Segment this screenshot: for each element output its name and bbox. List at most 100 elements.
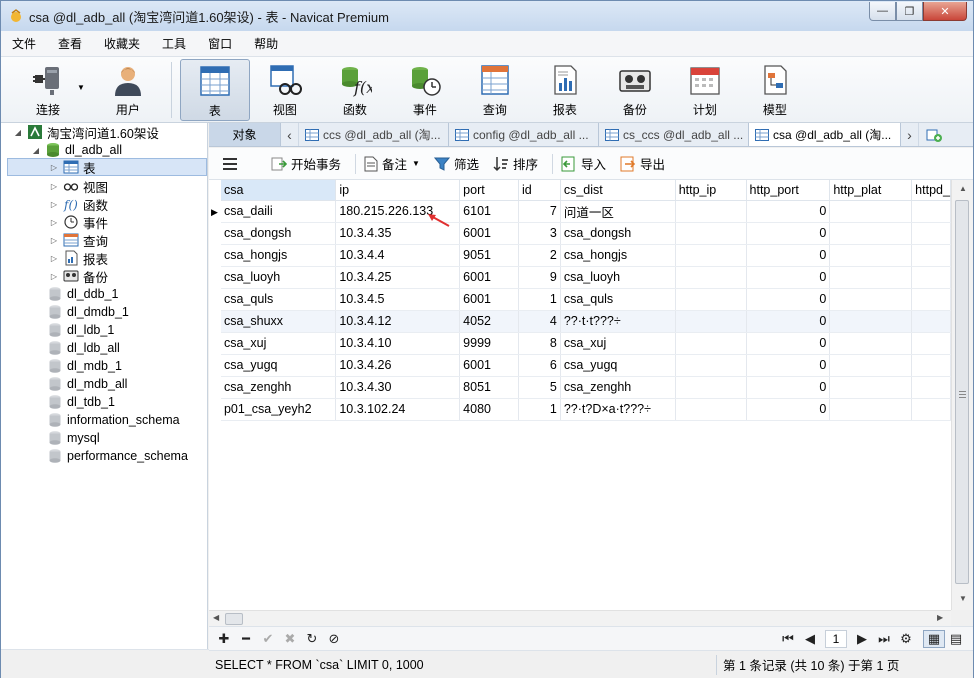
next-page-icon[interactable]: ▶ (851, 631, 873, 647)
table-cell[interactable]: csa_daili (220, 200, 337, 223)
table-cell[interactable] (911, 244, 951, 267)
expand-triangle-icon[interactable]: ▷ (49, 182, 59, 191)
table-cell[interactable]: 7 (518, 200, 561, 223)
column-header[interactable]: httpd_ (911, 180, 951, 201)
minimize-button[interactable]: — (869, 2, 896, 21)
function-button[interactable]: f(x) 函数 (320, 59, 390, 121)
table-cell[interactable]: 10.3.4.25 (335, 266, 461, 289)
scroll-up-icon[interactable]: ▲ (959, 184, 967, 193)
table-cell[interactable]: 问道一区 (560, 200, 676, 223)
tree-connection[interactable]: ◢ 淘宝湾问道1.60架设 (13, 123, 159, 141)
table-cell[interactable]: 0 (746, 310, 831, 333)
table-cell[interactable]: 6001 (459, 222, 520, 245)
table-cell[interactable]: ??·t?D×a·t???÷ (560, 398, 676, 421)
table-cell[interactable] (829, 266, 913, 289)
table-cell[interactable]: 4 (518, 310, 561, 333)
tree-node-events[interactable]: ▷ 事件 (49, 213, 108, 231)
table-cell[interactable] (675, 376, 747, 399)
table-cell[interactable] (829, 222, 913, 245)
table-cell[interactable]: 6001 (459, 288, 520, 311)
tree-node-tables[interactable]: ▷ 表 (7, 158, 207, 176)
tree-database-item[interactable]: mysql (47, 429, 100, 447)
table-cell[interactable]: csa_yugq (220, 354, 337, 377)
table-cell[interactable] (829, 244, 913, 267)
connect-button[interactable]: 连接 (13, 59, 83, 121)
close-button[interactable]: ✕ (923, 2, 967, 21)
table-cell[interactable] (911, 288, 951, 311)
table-row[interactable]: csa_dongsh 10.3.4.35 6001 3 csa_dongsh 0 (209, 222, 951, 245)
table-cell[interactable]: 0 (746, 398, 831, 421)
tree-database[interactable]: ◢ dl_adb_all (31, 141, 122, 159)
horizontal-scroll-thumb[interactable] (225, 613, 243, 625)
table-cell[interactable] (675, 310, 747, 333)
menu-tools[interactable]: 工具 (151, 35, 197, 52)
table-cell[interactable]: 0 (746, 222, 831, 245)
new-tab-button[interactable] (919, 123, 949, 146)
table-cell[interactable]: csa_yugq (560, 354, 676, 377)
connect-dropdown-icon[interactable]: ▼ (77, 83, 85, 92)
table-cell[interactable]: csa_hongjs (220, 244, 337, 267)
table-row[interactable]: csa_yugq 10.3.4.26 6001 6 csa_yugq 0 (209, 354, 951, 377)
table-cell[interactable] (911, 200, 951, 223)
sort-button[interactable]: 排序 (493, 154, 538, 173)
table-row[interactable]: csa_zenghh 10.3.4.30 8051 5 csa_zenghh 0 (209, 376, 951, 399)
stop-icon[interactable]: ⊘ (323, 631, 345, 647)
collapse-triangle-icon[interactable]: ◢ (13, 128, 23, 137)
tab-scroll-left-icon[interactable]: ‹ (281, 123, 299, 146)
schedule-button[interactable]: 计划 (670, 59, 740, 121)
table-cell[interactable] (675, 200, 747, 223)
add-record-icon[interactable]: ✚ (213, 631, 235, 647)
last-page-icon[interactable]: ⏭ (873, 631, 895, 647)
tree-node-reports[interactable]: ▷ 报表 (49, 249, 108, 267)
form-view-icon[interactable]: ▤ (945, 631, 967, 647)
table-cell[interactable]: 4080 (459, 398, 520, 421)
memo-button[interactable]: 备注 ▼ (364, 154, 420, 173)
table-cell[interactable]: 10.3.4.5 (335, 288, 461, 311)
table-cell[interactable]: 0 (746, 376, 831, 399)
table-row[interactable]: p01_csa_yeyh2 10.3.102.24 4080 1 ??·t?D×a·t?… (209, 398, 951, 421)
tab-config[interactable]: config @dl_adb_all ... (449, 123, 599, 146)
tree-node-views[interactable]: ▷ 视图 (49, 177, 108, 195)
tree-database-item[interactable]: dl_mdb_1 (47, 357, 122, 375)
table-cell[interactable]: csa_quls (560, 288, 676, 311)
import-button[interactable]: 导入 (561, 154, 606, 173)
expand-triangle-icon[interactable]: ▷ (49, 236, 59, 245)
grid-view-icon[interactable]: ▦ (923, 629, 945, 648)
scroll-down-icon[interactable]: ▼ (959, 594, 967, 603)
column-header[interactable]: http_port (746, 180, 831, 201)
table-cell[interactable]: 0 (746, 354, 831, 377)
begin-transaction-button[interactable]: 开始事务 (271, 154, 341, 173)
table-cell[interactable]: csa_zenghh (560, 376, 676, 399)
table-cell[interactable]: p01_csa_yeyh2 (220, 398, 337, 421)
horizontal-scrollbar[interactable]: ◀ ▶ (209, 610, 951, 626)
table-cell[interactable] (911, 310, 951, 333)
table-cell[interactable]: 10.3.4.10 (335, 332, 461, 355)
view-button[interactable]: 视图 (250, 59, 320, 121)
grid-menu-button[interactable] (223, 157, 241, 170)
table-cell[interactable]: 5 (518, 376, 561, 399)
table-cell[interactable] (675, 398, 747, 421)
table-cell[interactable]: 6001 (459, 354, 520, 377)
maximize-button[interactable]: ❐ (896, 2, 923, 21)
table-cell[interactable]: 0 (746, 332, 831, 355)
tree-database-item[interactable]: dl_mdb_all (47, 375, 127, 393)
table-cell[interactable]: ??·t·t???÷ (560, 310, 676, 333)
table-cell[interactable] (829, 310, 913, 333)
delete-record-icon[interactable]: ━ (235, 631, 257, 647)
tree-database-item[interactable]: dl_ddb_1 (47, 285, 118, 303)
table-cell[interactable]: csa_luoyh (560, 266, 676, 289)
column-header[interactable]: port (459, 180, 520, 201)
menu-favorites[interactable]: 收藏夹 (93, 35, 151, 52)
table-cell[interactable] (829, 376, 913, 399)
tab-ccs[interactable]: ccs @dl_adb_all (淘... (299, 123, 449, 146)
expand-triangle-icon[interactable]: ▷ (49, 218, 59, 227)
table-row[interactable]: csa_xuj 10.3.4.10 9999 8 csa_xuj 0 (209, 332, 951, 355)
table-cell[interactable]: csa_dongsh (220, 222, 337, 245)
table-cell[interactable]: csa_xuj (220, 332, 337, 355)
table-cell[interactable]: 0 (746, 266, 831, 289)
table-cell[interactable] (829, 332, 913, 355)
table-cell[interactable]: 9051 (459, 244, 520, 267)
table-cell[interactable]: 10.3.102.24 (335, 398, 461, 421)
filter-button[interactable]: 筛选 (433, 154, 479, 173)
first-page-icon[interactable]: ⏮ (777, 631, 799, 647)
